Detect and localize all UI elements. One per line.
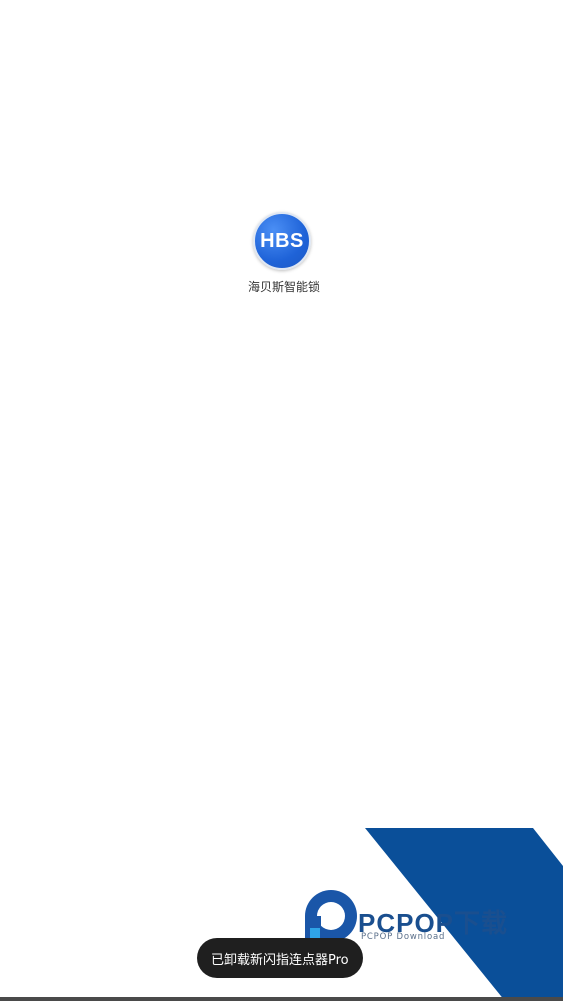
toast-message: 已卸载新闪指连点器Pro [197,938,363,978]
toast-text: 已卸载新闪指连点器Pro [211,952,349,968]
app-shortcut-hbs[interactable]: HBS 海贝斯智能锁 [248,212,321,295]
watermark-subtitle: PCPOP Download [361,932,446,942]
navigation-bar [0,997,563,1001]
hbs-logo-icon[interactable]: HBS [253,212,311,270]
app-icon-text: HBS [260,229,304,252]
app-label: 海贝斯智能锁 [248,280,321,294]
